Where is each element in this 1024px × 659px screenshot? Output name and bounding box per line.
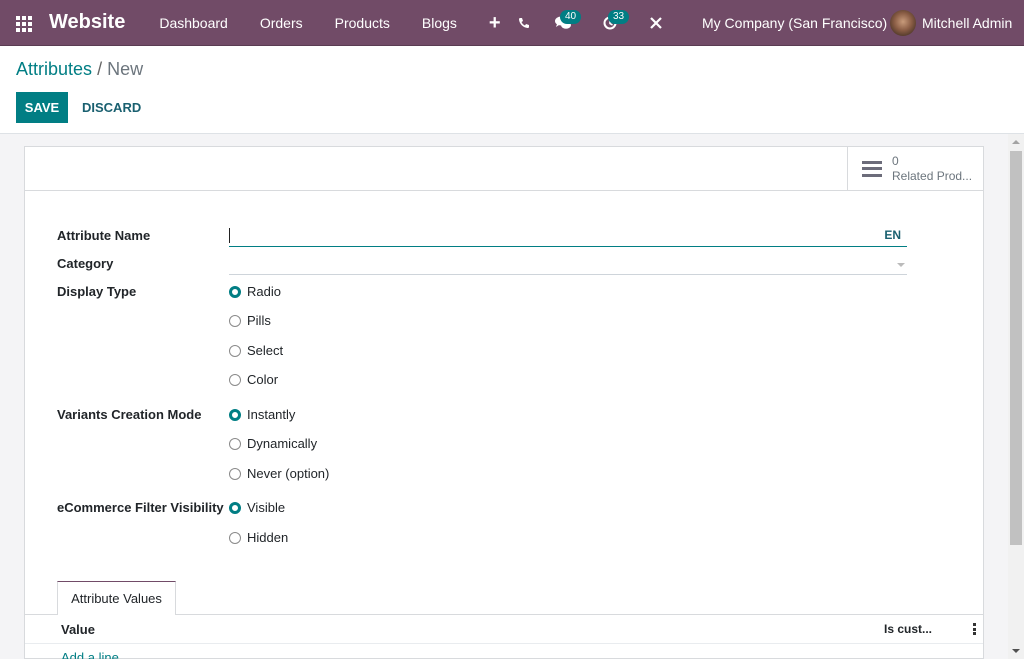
phone-icon[interactable]	[512, 0, 536, 46]
radio-icon	[229, 531, 241, 544]
text-caret	[229, 228, 230, 243]
column-header-is-custom[interactable]: Is cust...	[884, 622, 932, 636]
chevron-down-icon	[897, 263, 905, 267]
radio-label: Never (option)	[247, 466, 330, 481]
radio-icon	[229, 373, 241, 386]
app-name[interactable]: Website	[49, 11, 125, 34]
company-switcher[interactable]: My Company (San Francisco)	[702, 15, 887, 31]
attribute-name-label: Attribute Name	[57, 228, 151, 243]
tab-attribute-values[interactable]: Attribute Values	[57, 581, 176, 615]
menu-products[interactable]: Products	[319, 0, 406, 46]
bars-icon	[862, 160, 882, 177]
scroll-down-icon[interactable]	[1012, 649, 1020, 653]
breadcrumb: Attributes / New	[16, 59, 143, 80]
related-products-count: 0	[892, 153, 899, 168]
radio-label: Dynamically	[247, 436, 318, 451]
user-name: Mitchell Admin	[922, 15, 1013, 31]
form-sheet: 0 Related Prod... Attribute Name EN Cate…	[24, 146, 984, 659]
display-type-select[interactable]: Select	[229, 343, 283, 358]
radio-icon	[229, 467, 241, 480]
add-line-link[interactable]: Add a line	[61, 650, 119, 659]
save-button[interactable]: SAVE	[16, 92, 68, 123]
messages-badge: 40	[560, 10, 582, 24]
radio-checked-icon	[229, 408, 241, 421]
activities-icon[interactable]: 33	[596, 0, 636, 46]
filter-visibility-visible[interactable]: Visible	[229, 500, 285, 515]
breadcrumb-current: New	[107, 59, 144, 79]
button-box: 0 Related Prod...	[25, 147, 983, 191]
messages-icon[interactable]: 40	[548, 0, 588, 46]
radio-icon	[229, 437, 241, 450]
radio-icon	[229, 344, 241, 357]
language-button[interactable]: EN	[884, 228, 901, 242]
radio-label: Hidden	[247, 530, 289, 545]
display-type-color[interactable]: Color	[229, 372, 278, 387]
breadcrumb-separator: /	[97, 59, 103, 79]
radio-checked-icon	[229, 501, 241, 514]
activities-badge: 33	[608, 10, 630, 24]
user-menu[interactable]: Mitchell Admin	[890, 0, 1012, 46]
avatar	[890, 10, 916, 36]
radio-checked-icon	[229, 285, 241, 298]
display-type-label: Display Type	[57, 284, 137, 299]
variants-mode-dynamically[interactable]: Dynamically	[229, 436, 317, 451]
radio-label: Radio	[247, 284, 281, 299]
radio-label: Instantly	[247, 407, 296, 422]
variants-creation-mode-label: Variants Creation Mode	[57, 407, 202, 422]
radio-label: Select	[247, 343, 284, 358]
table-header-divider	[25, 643, 983, 644]
scroll-thumb[interactable]	[1010, 151, 1022, 545]
scroll-up-icon[interactable]	[1012, 140, 1020, 144]
related-products-label: Related Prod...	[892, 168, 973, 183]
filter-visibility-hidden[interactable]: Hidden	[229, 530, 288, 545]
category-select[interactable]	[229, 253, 907, 275]
discard-button[interactable]: DISCARD	[74, 92, 149, 123]
breadcrumb-attributes[interactable]: Attributes	[16, 59, 92, 79]
ecommerce-filter-visibility-label: eCommerce Filter Visibility	[57, 500, 224, 515]
radio-label: Color	[247, 372, 279, 387]
menu-plus-icon[interactable]: +	[473, 0, 517, 46]
apps-menu-icon[interactable]	[16, 15, 34, 32]
display-type-pills[interactable]: Pills	[229, 313, 271, 328]
radio-label: Visible	[247, 500, 286, 515]
related-products-button[interactable]: 0 Related Prod...	[847, 147, 983, 190]
menu-dashboard[interactable]: Dashboard	[143, 0, 244, 46]
radio-icon	[229, 314, 241, 327]
vertical-scrollbar[interactable]	[1008, 134, 1024, 659]
variants-mode-instantly[interactable]: Instantly	[229, 407, 295, 422]
display-type-radio[interactable]: Radio	[229, 284, 281, 299]
debug-tools-icon[interactable]	[642, 0, 670, 46]
attribute-name-input[interactable]: EN	[229, 225, 907, 247]
menu-orders[interactable]: Orders	[244, 0, 319, 46]
column-options-icon[interactable]	[973, 623, 976, 635]
column-header-value[interactable]: Value	[61, 622, 95, 637]
variants-mode-never[interactable]: Never (option)	[229, 466, 329, 481]
category-label: Category	[57, 256, 114, 271]
top-navbar: Website Dashboard Orders Products Blogs …	[0, 0, 1024, 46]
radio-label: Pills	[247, 313, 271, 328]
menu-blogs[interactable]: Blogs	[406, 0, 473, 46]
